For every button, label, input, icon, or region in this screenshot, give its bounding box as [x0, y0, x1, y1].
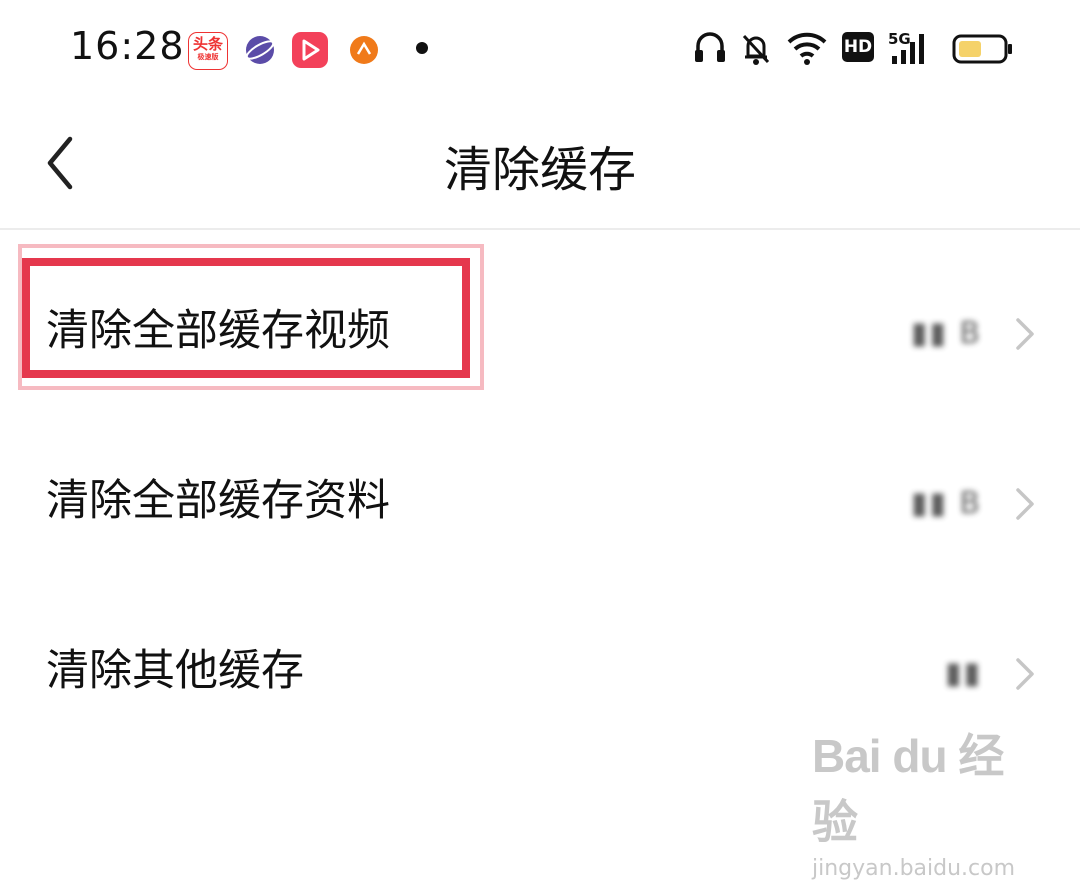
- chevron-right-icon: [1016, 318, 1034, 350]
- list-item-clear-materials[interactable]: 清除全部缓存资料 ▮▮ B: [0, 400, 1080, 570]
- planet-app-icon: [242, 32, 278, 68]
- cache-option-list: 清除全部缓存视频 ▮▮ B 清除全部缓存资料 ▮▮ B 清除其他缓存 ▮▮: [0, 230, 1080, 740]
- page-header: 清除缓存: [0, 100, 1080, 230]
- list-item-label: 清除全部缓存资料: [46, 476, 390, 526]
- toutiao-app-sublabel: 极速版: [197, 53, 219, 61]
- cache-size-value: ▮▮ B: [910, 316, 982, 351]
- baidu-jingyan-watermark: Bai du 经验 jingyan.baidu.com: [812, 720, 1022, 881]
- play-app-icon: [292, 32, 328, 68]
- wifi-icon: [786, 28, 828, 68]
- headset-icon: [692, 28, 728, 68]
- list-item-clear-other[interactable]: 清除其他缓存 ▮▮: [0, 570, 1080, 740]
- status-bar: 16:28 头条 极速版 HD 5G: [0, 0, 1080, 100]
- list-item-value: ▮▮: [945, 656, 982, 691]
- toutiao-app-label: 头条: [192, 35, 223, 53]
- list-item-label: 清除全部缓存视频: [46, 306, 390, 356]
- hd-icon: HD: [842, 28, 874, 68]
- list-item-value: ▮▮ B: [911, 486, 982, 521]
- hd-label: HD: [842, 32, 874, 62]
- notification-dot: [416, 42, 428, 54]
- list-item-value: ▮▮ B: [911, 316, 982, 351]
- watermark-url: jingyan.baidu.com: [812, 856, 1016, 881]
- status-time: 16:28: [70, 24, 185, 68]
- chevron-right-icon: [1016, 658, 1034, 690]
- battery-icon: [952, 28, 1014, 68]
- orange-app-icon: [346, 32, 382, 68]
- 5g-signal-icon: 5G: [888, 28, 938, 68]
- bell-muted-icon: [740, 28, 772, 68]
- list-item-label: 清除其他缓存: [46, 646, 304, 696]
- chevron-right-icon: [1016, 488, 1034, 520]
- toutiao-app-icon: 头条 极速版: [188, 32, 228, 70]
- list-item-clear-videos[interactable]: 清除全部缓存视频 ▮▮ B: [0, 230, 1080, 400]
- cache-size-value: ▮▮: [944, 656, 982, 691]
- page-title: 清除缓存: [443, 142, 636, 198]
- watermark-brand: Bai du 经验: [812, 730, 1004, 848]
- cache-size-value: ▮▮ B: [910, 486, 982, 521]
